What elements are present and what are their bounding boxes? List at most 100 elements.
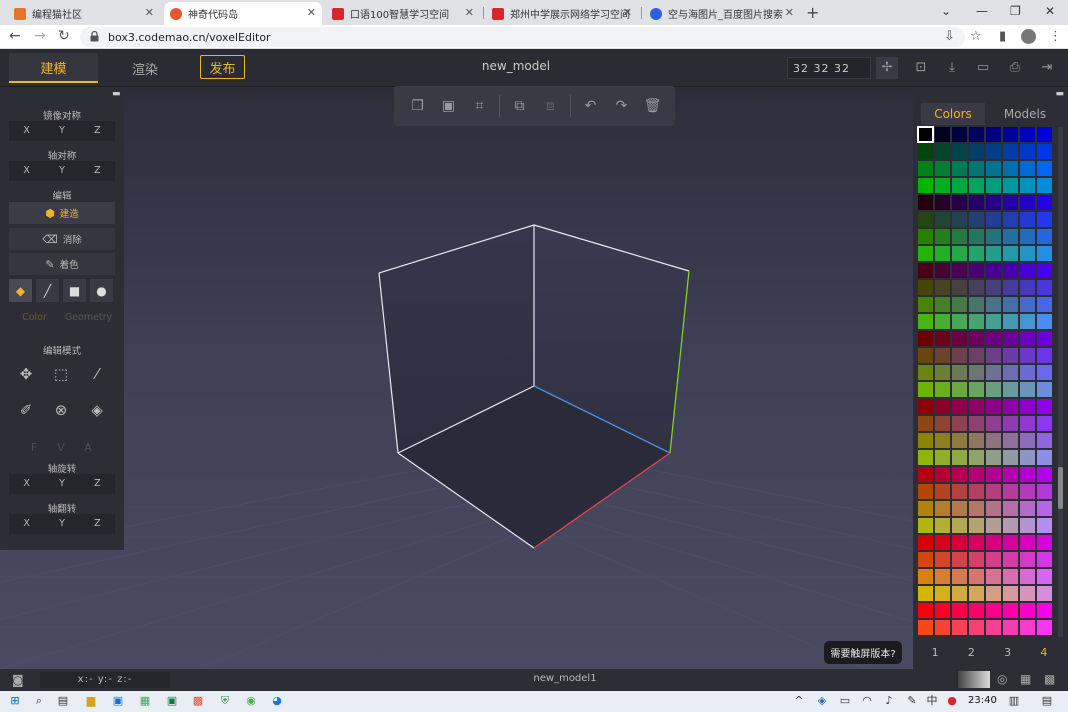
color-swatch[interactable] [968, 449, 985, 466]
color-swatch[interactable] [934, 364, 951, 381]
color-swatch[interactable] [968, 194, 985, 211]
color-swatch[interactable] [934, 568, 951, 585]
color-swatch[interactable] [917, 177, 934, 194]
line-shape-icon[interactable]: ╱ [36, 279, 59, 302]
color-swatch[interactable] [934, 126, 951, 143]
color-swatch[interactable] [1036, 432, 1053, 449]
publish-button[interactable]: 发布 [200, 55, 245, 79]
color-swatch[interactable] [934, 194, 951, 211]
color-swatch[interactable] [917, 585, 934, 602]
rotate-x-button[interactable]: X [9, 474, 44, 494]
color-swatch[interactable] [951, 126, 968, 143]
color-swatch[interactable] [1036, 228, 1053, 245]
color-swatch[interactable] [1002, 432, 1019, 449]
color-swatch[interactable] [985, 619, 1002, 636]
color-swatch[interactable] [968, 211, 985, 228]
store-icon[interactable]: ▣ [111, 694, 125, 708]
color-swatch[interactable] [1019, 211, 1036, 228]
color-swatch[interactable] [985, 228, 1002, 245]
flip-z-button[interactable]: Z [80, 514, 115, 534]
window-close-button[interactable]: ✕ [1045, 4, 1055, 18]
axis-sym-z-button[interactable]: Z [80, 161, 115, 181]
color-swatch[interactable] [985, 211, 1002, 228]
color-swatch[interactable] [985, 194, 1002, 211]
color-swatch[interactable] [1002, 279, 1019, 296]
color-swatch[interactable] [968, 517, 985, 534]
color-swatch[interactable] [934, 398, 951, 415]
color-swatch[interactable] [968, 126, 985, 143]
color-swatch[interactable] [1002, 602, 1019, 619]
color-swatch[interactable] [1002, 245, 1019, 262]
paste-icon[interactable]: ▣ [433, 92, 464, 120]
tray-expand-icon[interactable]: ^ [792, 694, 806, 708]
color-swatch[interactable] [917, 245, 934, 262]
minimize-button[interactable]: — [976, 4, 988, 18]
grid-icon[interactable]: ▦ [1020, 672, 1031, 686]
color-swatch[interactable] [1002, 500, 1019, 517]
tab-search-icon[interactable]: ⌄ [941, 4, 951, 18]
axis-sym-x-button[interactable]: X [9, 161, 44, 181]
color-swatch[interactable] [968, 160, 985, 177]
color-swatch[interactable] [968, 262, 985, 279]
color-swatch[interactable] [968, 602, 985, 619]
color-swatch[interactable] [968, 381, 985, 398]
color-swatch[interactable] [1036, 500, 1053, 517]
color-swatch[interactable] [1036, 483, 1053, 500]
color-swatch[interactable] [951, 585, 968, 602]
color-swatch[interactable] [1019, 432, 1036, 449]
color-swatch[interactable] [1036, 262, 1053, 279]
color-swatch[interactable] [968, 177, 985, 194]
color-swatch[interactable] [1019, 228, 1036, 245]
fine-grid-icon[interactable]: ▩ [1044, 672, 1055, 686]
undo-icon[interactable]: ↶ [575, 92, 606, 120]
reload-icon[interactable]: ↻ [58, 28, 70, 44]
color-swatch[interactable] [917, 160, 934, 177]
copy-icon[interactable]: ❐ [402, 92, 433, 120]
browser-tab-3[interactable]: 口语100智慧学习空间 ✕ [326, 2, 480, 25]
color-swatch[interactable] [917, 568, 934, 585]
color-swatch[interactable] [968, 296, 985, 313]
color-swatch[interactable] [1036, 143, 1053, 160]
bookmark-star-icon[interactable]: ☆ [970, 29, 982, 44]
color-swatch[interactable] [917, 211, 934, 228]
color-swatch[interactable] [917, 381, 934, 398]
color-swatch[interactable] [1036, 279, 1053, 296]
tray-app-icon[interactable]: ◈ [815, 694, 829, 708]
color-swatch[interactable] [917, 466, 934, 483]
color-swatch[interactable] [985, 279, 1002, 296]
color-swatch[interactable] [1036, 126, 1053, 143]
trash-icon[interactable]: 🗑 [637, 92, 668, 120]
color-swatch[interactable] [1002, 415, 1019, 432]
color-swatch[interactable] [917, 279, 934, 296]
clear-icon[interactable]: ⊗ [46, 395, 76, 425]
close-icon[interactable]: ✕ [307, 6, 316, 19]
color-swatch[interactable] [951, 330, 968, 347]
color-swatch[interactable] [951, 228, 968, 245]
color-swatch[interactable] [1002, 330, 1019, 347]
page-4-button[interactable]: 4 [1026, 643, 1062, 663]
color-swatch[interactable] [917, 364, 934, 381]
color-swatch[interactable] [934, 619, 951, 636]
collapse-icon[interactable]: ▬ [112, 89, 122, 99]
lighting-gradient[interactable] [958, 671, 990, 688]
color-swatch[interactable] [934, 262, 951, 279]
color-swatch[interactable] [968, 534, 985, 551]
color-swatch[interactable] [951, 619, 968, 636]
color-swatch[interactable] [985, 126, 1002, 143]
tray-icon-red[interactable]: ● [945, 694, 959, 708]
build-button[interactable]: ⬢ 建造 [9, 202, 115, 224]
color-swatch[interactable] [934, 211, 951, 228]
color-swatch[interactable] [1019, 245, 1036, 262]
rotate-z-button[interactable]: Z [80, 474, 115, 494]
color-swatch[interactable] [985, 262, 1002, 279]
color-swatch[interactable] [934, 602, 951, 619]
tab-geometry[interactable]: Geometry [62, 312, 115, 323]
color-swatch[interactable] [1019, 585, 1036, 602]
color-swatch[interactable] [917, 415, 934, 432]
select-box-icon[interactable]: ⬚ [46, 359, 76, 389]
color-swatch[interactable] [951, 160, 968, 177]
back-icon[interactable]: ← [9, 28, 21, 44]
color-swatch[interactable] [1019, 534, 1036, 551]
color-swatch[interactable] [917, 330, 934, 347]
color-swatch[interactable] [934, 449, 951, 466]
